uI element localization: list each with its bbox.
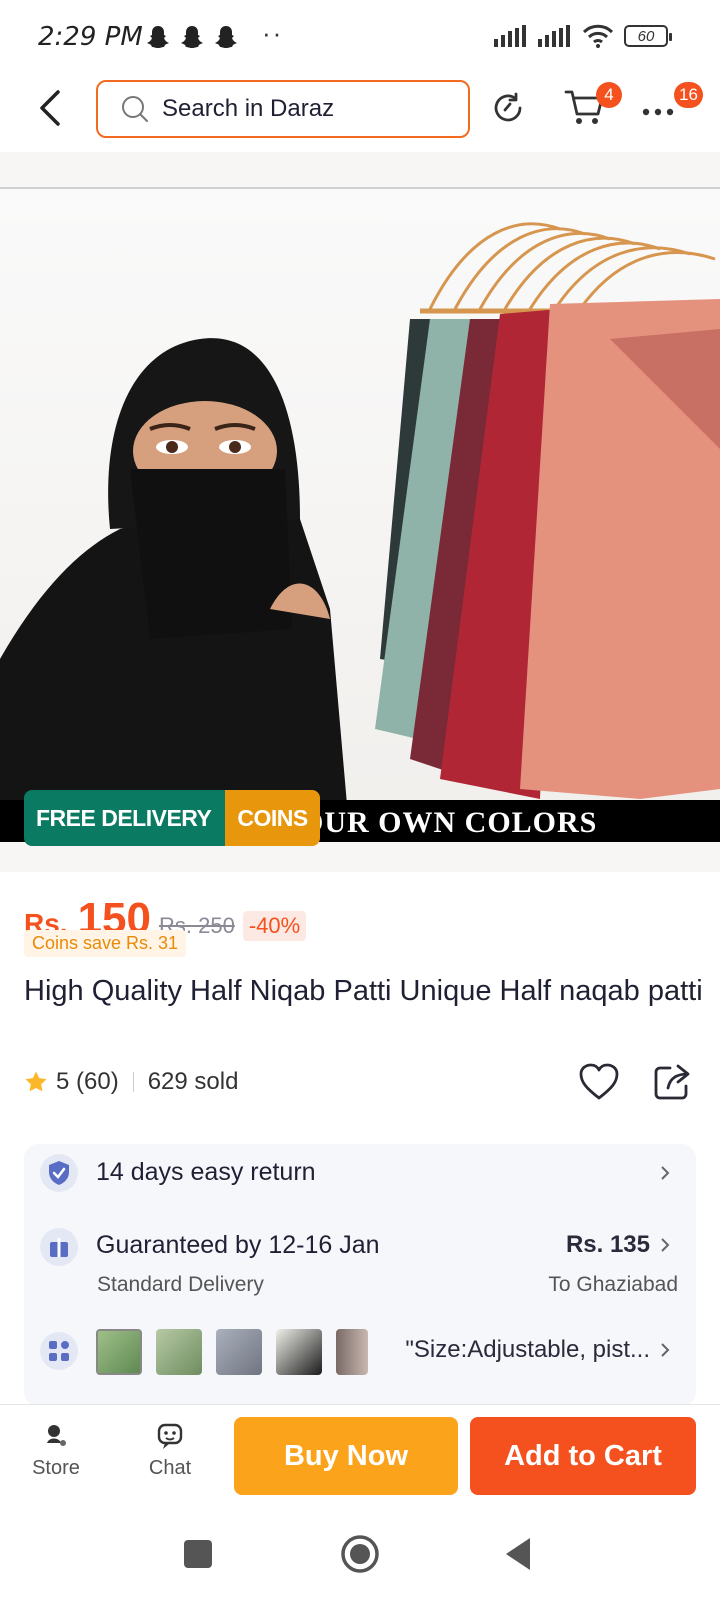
return-policy-text: 14 days easy return xyxy=(96,1158,316,1186)
variant-thumbnail[interactable] xyxy=(216,1329,262,1375)
system-nav-bar xyxy=(0,1508,720,1600)
grid-icon xyxy=(40,1332,78,1370)
cart-button[interactable]: 4 xyxy=(562,82,622,134)
search-icon xyxy=(122,96,148,122)
rating-row[interactable]: 5 (60) 629 sold xyxy=(24,1068,238,1096)
free-delivery-tag: FREE DELIVERY xyxy=(24,790,226,846)
bottom-action-bar: Store Chat Buy Now Add to Cart xyxy=(0,1404,720,1508)
delivery-guarantee-text: Guaranteed by 12-16 Jan xyxy=(96,1231,380,1259)
back-triangle-icon[interactable] xyxy=(498,1532,542,1576)
snapchat-icon xyxy=(215,26,237,48)
notification-icons xyxy=(146,24,238,50)
product-photo xyxy=(0,187,720,839)
signal-icon xyxy=(538,25,570,47)
recent-apps-icon[interactable] xyxy=(176,1532,220,1576)
status-right: 60 xyxy=(494,24,672,48)
variant-thumbnails xyxy=(96,1329,368,1375)
promo-tags: FREE DELIVERY COINS xyxy=(24,790,320,846)
variant-thumbnail[interactable] xyxy=(336,1329,368,1375)
snapchat-icon xyxy=(181,26,203,48)
top-header: 4 16 xyxy=(0,76,720,152)
variant-description: "Size:Adjustable, pist... xyxy=(405,1336,650,1363)
delivery-destination: To Ghaziabad xyxy=(548,1273,678,1296)
status-time: 2:29 PM xyxy=(38,22,143,52)
home-icon[interactable] xyxy=(338,1532,382,1576)
share-icon[interactable] xyxy=(652,1062,692,1102)
store-tab[interactable]: Store xyxy=(16,1421,96,1480)
product-title: High Quality Half Niqab Patti Unique Hal… xyxy=(24,975,703,1007)
variant-thumbnail[interactable] xyxy=(156,1329,202,1375)
delivery-fee: Rs. 135 xyxy=(565,1231,650,1258)
coins-save-label: Coins save Rs. 31 xyxy=(24,930,187,957)
back-arrow-icon[interactable] xyxy=(34,88,70,128)
chevron-right-icon xyxy=(661,1166,670,1180)
product-photo-illustration xyxy=(0,222,720,839)
star-icon xyxy=(25,1071,47,1092)
status-bar: 2:29 PM ·· 60 xyxy=(0,0,720,76)
divider xyxy=(132,1072,134,1092)
service-info-card: 14 days easy return Guaranteed by 12-16 … xyxy=(24,1144,696,1406)
chat-icon xyxy=(157,1423,183,1449)
more-badge: 16 xyxy=(674,82,703,108)
chevron-right-icon xyxy=(661,1343,670,1357)
wifi-icon xyxy=(582,24,614,48)
status-overflow: ·· xyxy=(262,18,284,48)
cart-badge: 4 xyxy=(596,82,622,108)
chevron-right-icon xyxy=(661,1238,670,1252)
discount-badge: -40% xyxy=(242,911,307,941)
add-to-cart-button[interactable]: Add to Cart xyxy=(470,1417,696,1495)
refresh-icon[interactable] xyxy=(486,86,530,130)
chat-label: Chat xyxy=(148,1457,192,1479)
signal-icon xyxy=(494,25,526,47)
variant-thumbnail[interactable] xyxy=(276,1329,322,1375)
gift-icon xyxy=(40,1228,78,1266)
sold-count: 629 sold xyxy=(147,1068,239,1095)
variant-thumbnail[interactable] xyxy=(96,1329,142,1375)
store-icon xyxy=(47,1425,66,1446)
coins-tag: COINS xyxy=(225,790,320,846)
rating-value: 5 (60) xyxy=(56,1068,119,1095)
snapchat-icon xyxy=(147,26,169,48)
product-image-gallery[interactable]: OUR OWN COLORS FREE DELIVERY COINS xyxy=(0,152,720,872)
store-label: Store xyxy=(32,1457,80,1479)
heart-icon[interactable] xyxy=(578,1062,620,1102)
shield-check-icon xyxy=(40,1154,78,1192)
battery-icon: 60 xyxy=(624,25,672,47)
search-input[interactable] xyxy=(162,95,462,123)
more-button[interactable]: 16 xyxy=(640,82,703,134)
chat-tab[interactable]: Chat xyxy=(130,1421,210,1480)
delivery-type: Standard Delivery xyxy=(97,1273,264,1296)
buy-now-button[interactable]: Buy Now xyxy=(234,1417,458,1495)
search-bar[interactable] xyxy=(96,80,470,138)
